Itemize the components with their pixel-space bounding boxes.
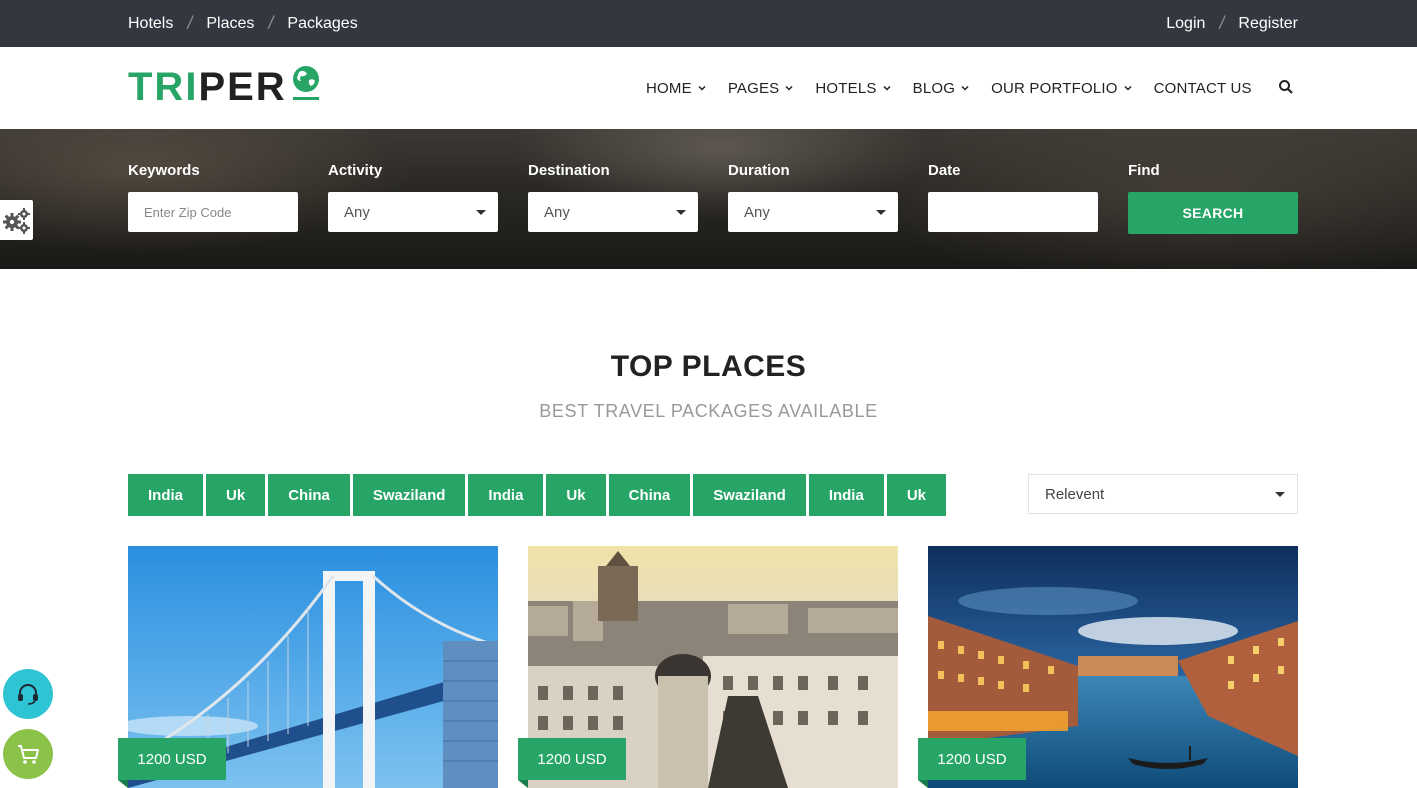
- search-banner: Keywords Enter Zip Code Activity Any Des…: [0, 129, 1417, 269]
- sort-select[interactable]: Relevent: [1028, 474, 1298, 514]
- search-icon[interactable]: [1278, 79, 1294, 95]
- top-link-packages[interactable]: Packages: [287, 15, 357, 33]
- destination-filters: India Uk China Swaziland India Uk China …: [128, 474, 949, 516]
- logo-text-per: PER: [198, 64, 287, 109]
- globe-icon: [292, 66, 319, 100]
- nav-hotels-label: HOTELS: [815, 79, 877, 97]
- top-bar: Hotels / Places / Packages Login / Regis…: [0, 0, 1417, 47]
- separator: /: [187, 13, 193, 33]
- nav-home[interactable]: HOME: [646, 80, 706, 97]
- account-links: Login / Register: [1166, 0, 1298, 47]
- filter-swaziland[interactable]: Swaziland: [693, 474, 806, 516]
- keywords-label: Keywords: [128, 162, 200, 179]
- activity-label: Activity: [328, 162, 383, 179]
- date-label: Date: [928, 162, 961, 179]
- destination-select[interactable]: Any: [528, 192, 698, 232]
- destination-value: Any: [544, 203, 570, 221]
- login-link[interactable]: Login: [1166, 15, 1205, 33]
- date-input[interactable]: [928, 192, 1098, 232]
- logo-text-tri: TRI: [128, 64, 199, 109]
- filter-india[interactable]: India: [468, 474, 544, 516]
- chevron-down-icon: [785, 85, 793, 91]
- cart-icon: [18, 745, 39, 764]
- search-button[interactable]: SEARCH: [1128, 192, 1298, 234]
- nav-hotels[interactable]: HOTELS: [815, 79, 891, 97]
- separator: /: [268, 13, 274, 33]
- nav-pages-label: PAGES: [727, 79, 780, 97]
- site-logo[interactable]: TRI PER: [128, 64, 323, 109]
- register-link[interactable]: Register: [1238, 15, 1298, 33]
- nav-home-label: HOME: [646, 79, 692, 97]
- top-link-hotels[interactable]: Hotels: [128, 15, 173, 33]
- price-tag: 1200 USD: [518, 738, 626, 788]
- caret-down-icon: [1275, 492, 1285, 497]
- settings-panel-toggle[interactable]: [0, 200, 33, 240]
- sort-value: Relevent: [1045, 485, 1105, 503]
- top-links: Hotels / Places / Packages: [128, 0, 358, 47]
- headset-icon: [18, 684, 38, 705]
- separator: /: [1219, 13, 1225, 33]
- nav-pages[interactable]: PAGES: [728, 80, 794, 97]
- activity-select[interactable]: Any: [328, 192, 498, 232]
- filter-india[interactable]: India: [128, 474, 204, 516]
- find-label: Find: [1128, 162, 1160, 179]
- filter-uk[interactable]: Uk: [206, 474, 266, 516]
- filter-uk[interactable]: Uk: [886, 474, 947, 516]
- filter-swaziland[interactable]: Swaziland: [352, 474, 466, 516]
- keywords-input[interactable]: Enter Zip Code: [128, 192, 298, 232]
- section-subtitle: BEST TRAVEL PACKAGES AVAILABLE: [539, 401, 878, 421]
- duration-value: Any: [744, 203, 770, 221]
- top-link-places[interactable]: Places: [206, 15, 254, 33]
- price-tag: 1200 USD: [118, 738, 226, 788]
- price-tag: 1200 USD: [918, 738, 1026, 788]
- caret-down-icon: [476, 210, 486, 215]
- nav-contact-us[interactable]: CONTACT US: [1154, 80, 1252, 97]
- filter-china[interactable]: China: [608, 474, 691, 516]
- support-button[interactable]: [3, 669, 53, 719]
- caret-down-icon: [676, 210, 686, 215]
- main-nav: HOME PAGES HOTELS BLOG OUR PORTFOLIO CON…: [646, 47, 1293, 129]
- chevron-down-icon: [961, 85, 969, 91]
- nav-blog[interactable]: BLOG: [913, 80, 969, 97]
- caret-down-icon: [876, 210, 886, 215]
- filter-uk[interactable]: Uk: [546, 474, 606, 516]
- gears-icon: [2, 208, 30, 234]
- cart-button[interactable]: [3, 729, 53, 779]
- duration-select[interactable]: Any: [728, 192, 898, 232]
- main-header: TRI PER HOME PAGES HOTELS BLOG OUR PORTF…: [0, 47, 1417, 129]
- nav-our-portfolio[interactable]: OUR PORTFOLIO: [991, 80, 1132, 97]
- chevron-down-icon: [1124, 85, 1132, 91]
- chevron-down-icon: [883, 85, 891, 91]
- chevron-down-icon: [698, 85, 706, 91]
- nav-portfolio-label: OUR PORTFOLIO: [991, 79, 1118, 97]
- nav-blog-label: BLOG: [912, 79, 956, 97]
- section-title: TOP PLACES: [610, 350, 807, 383]
- nav-contact-label: CONTACT US: [1153, 79, 1252, 97]
- filter-china[interactable]: China: [268, 474, 350, 516]
- duration-label: Duration: [728, 162, 790, 179]
- filter-india[interactable]: India: [808, 474, 884, 516]
- destination-label: Destination: [528, 162, 610, 179]
- activity-value: Any: [344, 203, 370, 221]
